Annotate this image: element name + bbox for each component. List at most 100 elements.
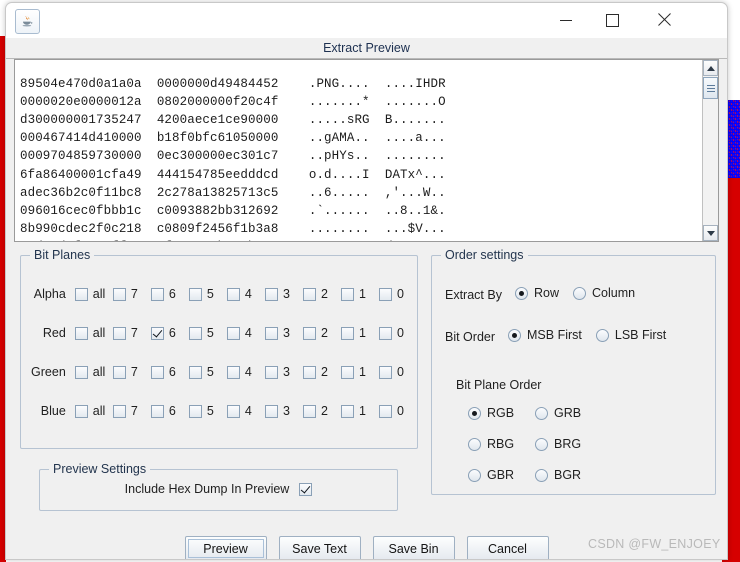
bit-plane-checkbox-red-all[interactable]: all [74, 326, 113, 340]
checkbox-indicator[interactable] [264, 404, 278, 418]
bit-plane-checkbox-green-4[interactable]: 4 [226, 365, 265, 379]
checkbox-indicator[interactable] [264, 365, 278, 379]
minimize-button[interactable] [543, 3, 589, 37]
bit-plane-checkbox-green-5[interactable]: 5 [188, 365, 227, 379]
radio-indicator[interactable] [508, 328, 522, 342]
maximize-button[interactable] [589, 3, 635, 37]
checkbox-indicator[interactable] [188, 326, 202, 340]
checkbox-indicator[interactable] [112, 287, 126, 301]
bit-plane-checkbox-blue-6[interactable]: 6 [150, 404, 189, 418]
checkbox-indicator[interactable] [302, 365, 316, 379]
bit-plane-order-option-bgr[interactable]: BGR [535, 468, 602, 482]
checkbox-indicator[interactable] [74, 404, 88, 418]
bit-plane-checkbox-blue-0[interactable]: 0 [379, 404, 417, 418]
checkbox-indicator[interactable] [150, 326, 164, 340]
bit-plane-checkbox-alpha-5[interactable]: 5 [188, 287, 227, 301]
bit-plane-checkbox-alpha-7[interactable]: 7 [112, 287, 151, 301]
bit-plane-checkbox-green-1[interactable]: 1 [341, 365, 379, 379]
bit-plane-checkbox-alpha-2[interactable]: 2 [302, 287, 341, 301]
radio-indicator[interactable] [595, 328, 609, 342]
bit-plane-checkbox-alpha-all[interactable]: all [74, 287, 113, 301]
bit-plane-order-option-rgb[interactable]: RGB [468, 406, 535, 420]
checkbox-indicator[interactable] [188, 365, 202, 379]
checkbox-indicator[interactable] [150, 287, 164, 301]
bit-plane-checkbox-alpha-0[interactable]: 0 [379, 287, 417, 301]
bit-plane-order-option-brg[interactable]: BRG [535, 437, 602, 451]
bit-plane-checkbox-red-3[interactable]: 3 [264, 326, 303, 340]
bit-plane-checkbox-red-7[interactable]: 7 [112, 326, 151, 340]
checkbox-indicator[interactable] [379, 404, 393, 418]
radio-indicator[interactable] [468, 437, 481, 451]
checkbox-indicator[interactable] [341, 326, 354, 340]
bit-plane-order-option-grb[interactable]: GRB [535, 406, 602, 420]
radio-indicator[interactable] [514, 286, 528, 300]
checkbox-indicator[interactable] [188, 287, 202, 301]
preview-button[interactable]: Preview [184, 536, 267, 559]
bit-plane-checkbox-alpha-4[interactable]: 4 [226, 287, 265, 301]
bit-order-option-msb-first[interactable]: MSB First [508, 328, 582, 342]
bit-plane-checkbox-alpha-6[interactable]: 6 [150, 287, 189, 301]
bit-plane-checkbox-green-0[interactable]: 0 [379, 365, 417, 379]
bit-plane-checkbox-blue-7[interactable]: 7 [112, 404, 151, 418]
checkbox-indicator[interactable] [226, 287, 240, 301]
bit-plane-checkbox-green-7[interactable]: 7 [112, 365, 151, 379]
cancel-button[interactable]: Cancel [466, 536, 549, 559]
scrollbar-thumb[interactable] [703, 77, 718, 99]
include-hex-dump-row[interactable]: Include Hex Dump In Preview [40, 482, 397, 496]
bit-plane-checkbox-blue-all[interactable]: all [74, 404, 113, 418]
checkbox-indicator[interactable] [341, 287, 354, 301]
checkbox-indicator[interactable] [112, 365, 126, 379]
bit-plane-checkbox-red-4[interactable]: 4 [226, 326, 265, 340]
checkbox-indicator[interactable] [302, 404, 316, 418]
bit-plane-checkbox-green-all[interactable]: all [74, 365, 113, 379]
checkbox-indicator[interactable] [112, 404, 126, 418]
checkbox-indicator[interactable] [302, 287, 316, 301]
bit-plane-order-option-gbr[interactable]: GBR [468, 468, 535, 482]
checkbox-indicator[interactable] [74, 326, 88, 340]
checkbox-indicator[interactable] [188, 404, 202, 418]
radio-indicator[interactable] [572, 286, 586, 300]
bit-plane-checkbox-blue-4[interactable]: 4 [226, 404, 265, 418]
bit-plane-checkbox-blue-5[interactable]: 5 [188, 404, 227, 418]
radio-indicator[interactable] [468, 406, 481, 420]
bit-plane-checkbox-green-2[interactable]: 2 [302, 365, 341, 379]
hex-dump-scrollbar[interactable] [702, 60, 718, 241]
checkbox-indicator[interactable] [150, 365, 164, 379]
bit-plane-checkbox-blue-1[interactable]: 1 [341, 404, 379, 418]
checkbox-indicator[interactable] [379, 287, 393, 301]
checkbox-indicator[interactable] [302, 326, 316, 340]
checkbox-indicator[interactable] [341, 404, 354, 418]
checkbox-indicator[interactable] [226, 365, 240, 379]
checkbox-indicator[interactable] [226, 404, 240, 418]
bit-plane-order-option-rbg[interactable]: RBG [468, 437, 535, 451]
scroll-down-arrow-icon[interactable] [703, 225, 718, 241]
close-button[interactable] [641, 3, 687, 37]
save-text-button[interactable]: Save Text [278, 536, 361, 559]
checkbox-indicator[interactable] [150, 404, 164, 418]
hex-dump-panel[interactable]: 89504e470d0a1a0a 0000000d49484452 .PNG..… [14, 59, 719, 242]
checkbox-indicator[interactable] [264, 287, 278, 301]
checkbox-indicator[interactable] [226, 326, 240, 340]
bit-plane-checkbox-red-6[interactable]: 6 [150, 326, 189, 340]
radio-indicator[interactable] [535, 406, 548, 420]
bit-plane-checkbox-red-1[interactable]: 1 [341, 326, 379, 340]
checkbox-indicator[interactable] [379, 365, 393, 379]
checkbox-indicator[interactable] [74, 287, 88, 301]
radio-indicator[interactable] [535, 468, 548, 482]
bit-plane-checkbox-alpha-3[interactable]: 3 [264, 287, 303, 301]
bit-plane-checkbox-green-3[interactable]: 3 [264, 365, 303, 379]
checkbox-indicator[interactable] [264, 326, 278, 340]
bit-plane-checkbox-red-5[interactable]: 5 [188, 326, 227, 340]
bit-plane-checkbox-blue-2[interactable]: 2 [302, 404, 341, 418]
checkbox-indicator[interactable] [112, 326, 126, 340]
bit-plane-checkbox-red-2[interactable]: 2 [302, 326, 341, 340]
bit-plane-checkbox-red-0[interactable]: 0 [379, 326, 417, 340]
extract-by-option-row[interactable]: Row [514, 286, 559, 300]
include-hex-dump-checkbox[interactable] [299, 482, 313, 496]
radio-indicator[interactable] [468, 468, 481, 482]
bit-plane-checkbox-green-6[interactable]: 6 [150, 365, 189, 379]
extract-by-option-column[interactable]: Column [572, 286, 635, 300]
checkbox-indicator[interactable] [341, 365, 354, 379]
scroll-up-arrow-icon[interactable] [703, 60, 718, 76]
bit-order-option-lsb-first[interactable]: LSB First [595, 328, 666, 342]
